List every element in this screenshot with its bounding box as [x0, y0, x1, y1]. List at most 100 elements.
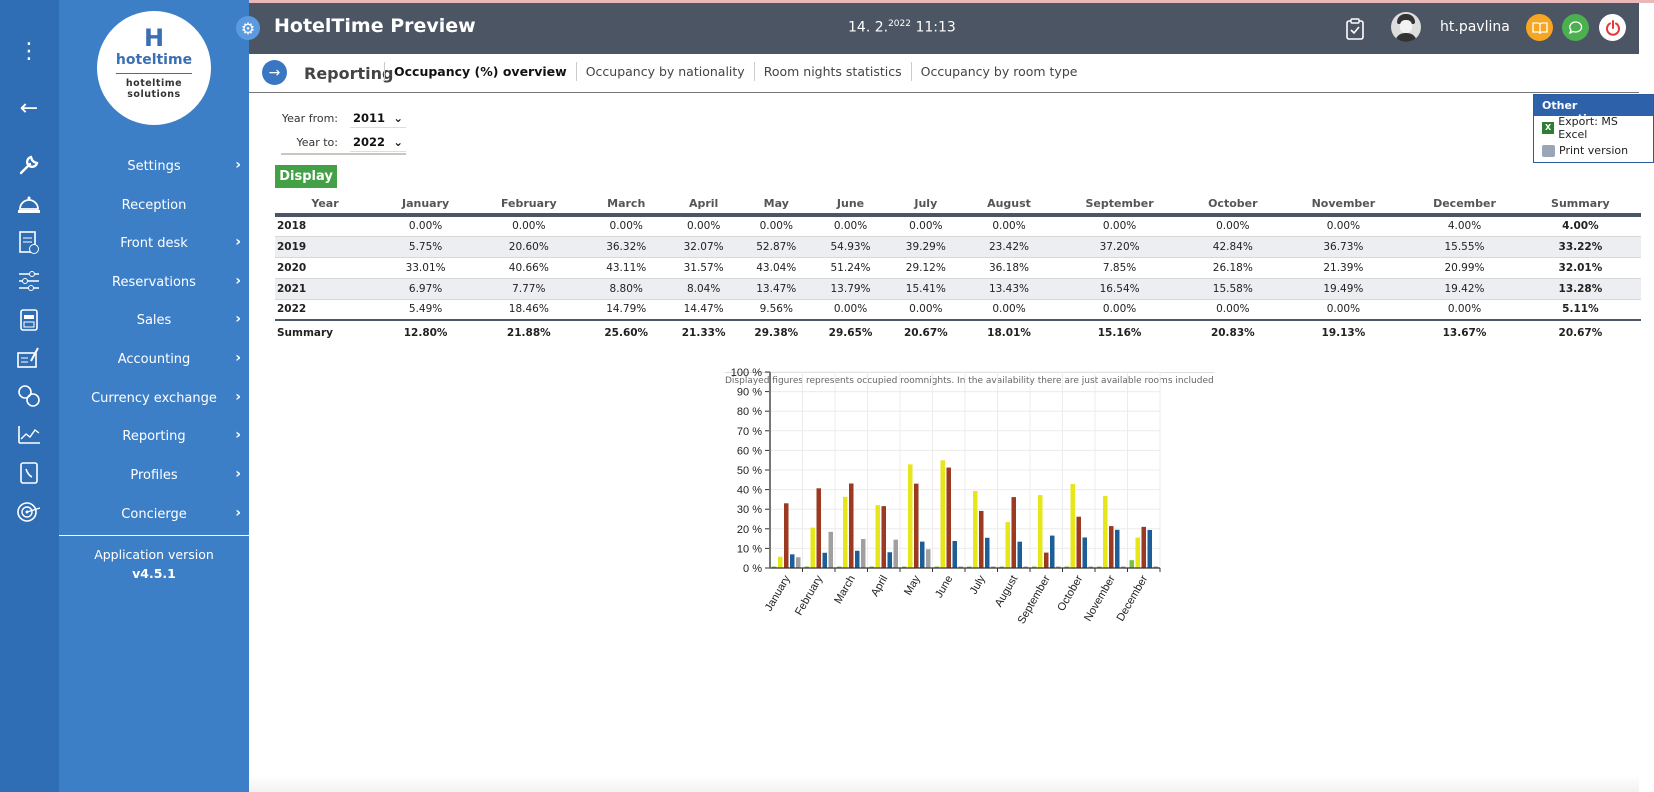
cell-value: 36.18%	[966, 257, 1052, 279]
chevron-right-icon: ›	[235, 157, 241, 173]
cell-value: 13.43%	[966, 278, 1052, 300]
clipboard-icon[interactable]	[14, 227, 44, 257]
currency-icon[interactable]	[14, 381, 44, 411]
menu-item-label: Concierge	[121, 506, 187, 522]
book-icon[interactable]	[1526, 14, 1553, 41]
x-tick-label: January	[763, 573, 793, 613]
bar-2019-october	[1070, 484, 1075, 568]
bar-2019-march	[843, 496, 848, 568]
cell-value: 0.00%	[816, 215, 885, 237]
more-vertical-icon[interactable]: ⋮	[14, 36, 44, 66]
menu-item-label: Settings	[127, 158, 181, 174]
app-title: HotelTime Preview	[274, 15, 476, 37]
menu-item-sales[interactable]: Sales ›	[59, 301, 249, 339]
column-header: August	[966, 193, 1052, 217]
user-avatar[interactable]	[1391, 12, 1421, 42]
excel-icon: X	[1542, 121, 1555, 134]
cell-value: 31.57%	[670, 257, 737, 279]
wrench-icon[interactable]	[14, 150, 44, 180]
chevron-right-icon: ›	[235, 389, 241, 405]
bar-2018-december	[1129, 560, 1134, 568]
contacts-book-icon[interactable]	[14, 458, 44, 488]
year-to-select[interactable]: 2022 ⌄	[350, 133, 406, 152]
cell-value: 43.11%	[581, 257, 671, 279]
menu-item-accounting[interactable]: Accounting ›	[59, 340, 249, 378]
menu-item-reservations[interactable]: Reservations ›	[59, 263, 249, 301]
cell-value: 0.00%	[816, 299, 885, 321]
tab-room-nights-statistics[interactable]: Room nights statistics	[753, 62, 911, 81]
row-summary: 33.22%	[1519, 236, 1641, 258]
summary-value: 19.13%	[1277, 319, 1410, 345]
bar-2022-april	[893, 539, 898, 568]
cell-value: 52.87%	[736, 236, 817, 258]
username[interactable]: ht.pavlina	[1440, 19, 1510, 35]
summary-value: 29.38%	[736, 319, 817, 345]
hoteltime-logo[interactable]: H hoteltime hoteltime solutions	[97, 11, 211, 125]
print-version-link[interactable]: Print version	[1534, 139, 1653, 162]
menu-item-label: Front desk	[120, 235, 188, 251]
menu-item-label: Currency exchange	[91, 390, 217, 406]
summary-value: 20.67%	[1519, 319, 1641, 345]
chevron-down-icon: ⌄	[393, 110, 403, 125]
year-to-value: 2022	[353, 134, 386, 149]
chevron-right-icon: ›	[235, 505, 241, 521]
column-header: Summary	[1519, 193, 1641, 217]
menu-item-label: Reception	[121, 197, 187, 213]
tab-occupancy-by-room-type[interactable]: Occupancy by room type	[910, 62, 1087, 81]
cell-value: 14.47%	[670, 299, 737, 321]
gear-icon[interactable]: ⚙	[236, 16, 260, 40]
main-menu: H hoteltime hoteltime solutions Settings…	[59, 0, 249, 792]
bar-2019-june	[940, 460, 945, 568]
tasks-clipboard-icon[interactable]	[1344, 17, 1366, 41]
year-from-select[interactable]: 2011 ⌄	[350, 109, 406, 128]
filters-underline	[281, 153, 406, 155]
logo-divider	[116, 73, 192, 74]
invoice-pen-icon[interactable]	[14, 343, 44, 373]
back-arrow-icon[interactable]: ←	[14, 93, 44, 123]
menu-item-reporting[interactable]: Reporting ›	[59, 417, 249, 455]
tab-occupancy-overview[interactable]: Occupancy (%) overview	[384, 62, 576, 81]
menu-item-concierge[interactable]: Concierge ›	[59, 495, 249, 533]
cell-value: 0.00%	[476, 215, 582, 237]
year-filters: Year from: 2011 ⌄ Year to: 2022 ⌄	[280, 106, 406, 154]
menu-item-profiles[interactable]: Profiles ›	[59, 456, 249, 494]
cell-value: 0.00%	[1188, 299, 1278, 321]
bar-2021-march	[855, 550, 860, 568]
row-year: 2018	[275, 215, 376, 237]
cell-value: 0.00%	[375, 215, 477, 237]
cell-value: 8.04%	[670, 278, 737, 300]
bell-icon[interactable]	[14, 189, 44, 219]
other-operations-title: Other operations	[1534, 95, 1653, 125]
calculator-icon[interactable]	[14, 304, 44, 334]
chevron-right-icon: ›	[235, 427, 241, 443]
export-excel-label: Export: MS Excel	[1558, 114, 1618, 141]
display-button[interactable]: Display	[275, 165, 337, 188]
bottom-fade	[249, 775, 1639, 792]
bar-2020-september	[1044, 552, 1049, 568]
tab-occupancy-by-nationality[interactable]: Occupancy by nationality	[575, 62, 754, 81]
year-from-label: Year from:	[281, 111, 338, 125]
bar-2021-september	[1050, 535, 1055, 568]
cell-value: 5.49%	[375, 299, 477, 321]
menu-item-currency-exchange[interactable]: Currency exchange ›	[59, 379, 249, 417]
column-header: December	[1409, 193, 1520, 217]
date-day-month: 14. 2.	[848, 19, 889, 36]
power-icon[interactable]	[1599, 14, 1626, 41]
cell-value: 4.00%	[1409, 215, 1520, 237]
menu-item-settings[interactable]: Settings ›	[59, 147, 249, 185]
menu-item-front-desk[interactable]: Front desk ›	[59, 224, 249, 262]
cell-value: 13.79%	[816, 278, 885, 300]
section-title: Reporting	[304, 64, 394, 83]
sliders-icon[interactable]	[14, 266, 44, 296]
cell-value: 8.80%	[581, 278, 671, 300]
cell-value: 14.79%	[581, 299, 671, 321]
chat-icon[interactable]	[1562, 14, 1589, 41]
x-tick-label: August	[993, 574, 1021, 610]
bar-2020-august	[1011, 497, 1016, 568]
target-icon[interactable]	[14, 497, 44, 527]
time: 11:13	[915, 19, 956, 36]
menu-item-reception[interactable]: Reception	[59, 186, 249, 224]
row-summary: 32.01%	[1519, 257, 1641, 279]
arrow-right-icon[interactable]: →	[262, 60, 287, 85]
chart-icon[interactable]	[14, 420, 44, 450]
